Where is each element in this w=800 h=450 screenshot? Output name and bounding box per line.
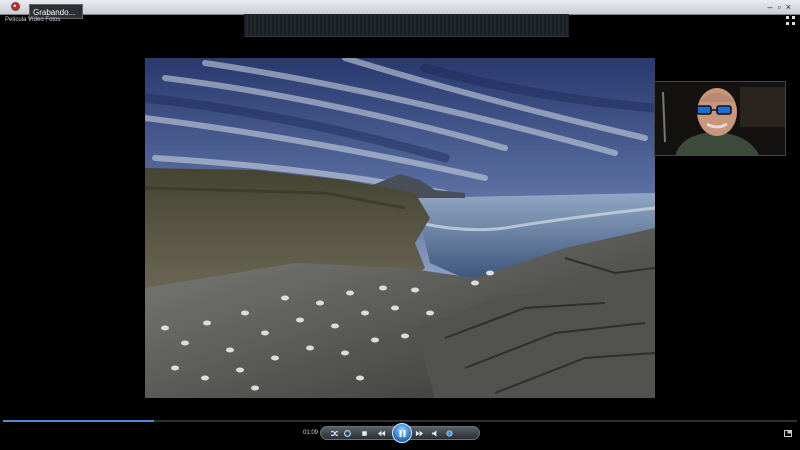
top-toolbar-strip — [244, 14, 569, 37]
pause-icon — [399, 429, 405, 437]
shuffle-icon[interactable] — [330, 429, 339, 438]
speaker-icon[interactable] — [431, 429, 440, 438]
switch-view-icon[interactable] — [784, 430, 792, 437]
photo-display — [145, 58, 655, 398]
seek-bar[interactable] — [3, 420, 797, 422]
stop-icon[interactable] — [360, 429, 369, 438]
elapsed-time: 01:09 — [303, 430, 319, 436]
fullscreen-icon[interactable] — [786, 16, 795, 25]
volume-slider[interactable] — [445, 429, 454, 438]
app-title: Película Vídeo Fotos — [5, 17, 61, 23]
play-pause-button[interactable] — [392, 423, 412, 443]
transport-controls — [320, 423, 480, 443]
seek-bar-fill — [3, 420, 154, 422]
repeat-icon[interactable] — [343, 429, 352, 438]
next-icon[interactable] — [415, 429, 424, 438]
window-titlebar: –▫× — [0, 0, 800, 15]
previous-icon[interactable] — [377, 429, 386, 438]
window-controls[interactable]: –▫× — [768, 1, 796, 13]
record-icon[interactable] — [11, 2, 20, 11]
webcam-overlay — [654, 81, 786, 156]
